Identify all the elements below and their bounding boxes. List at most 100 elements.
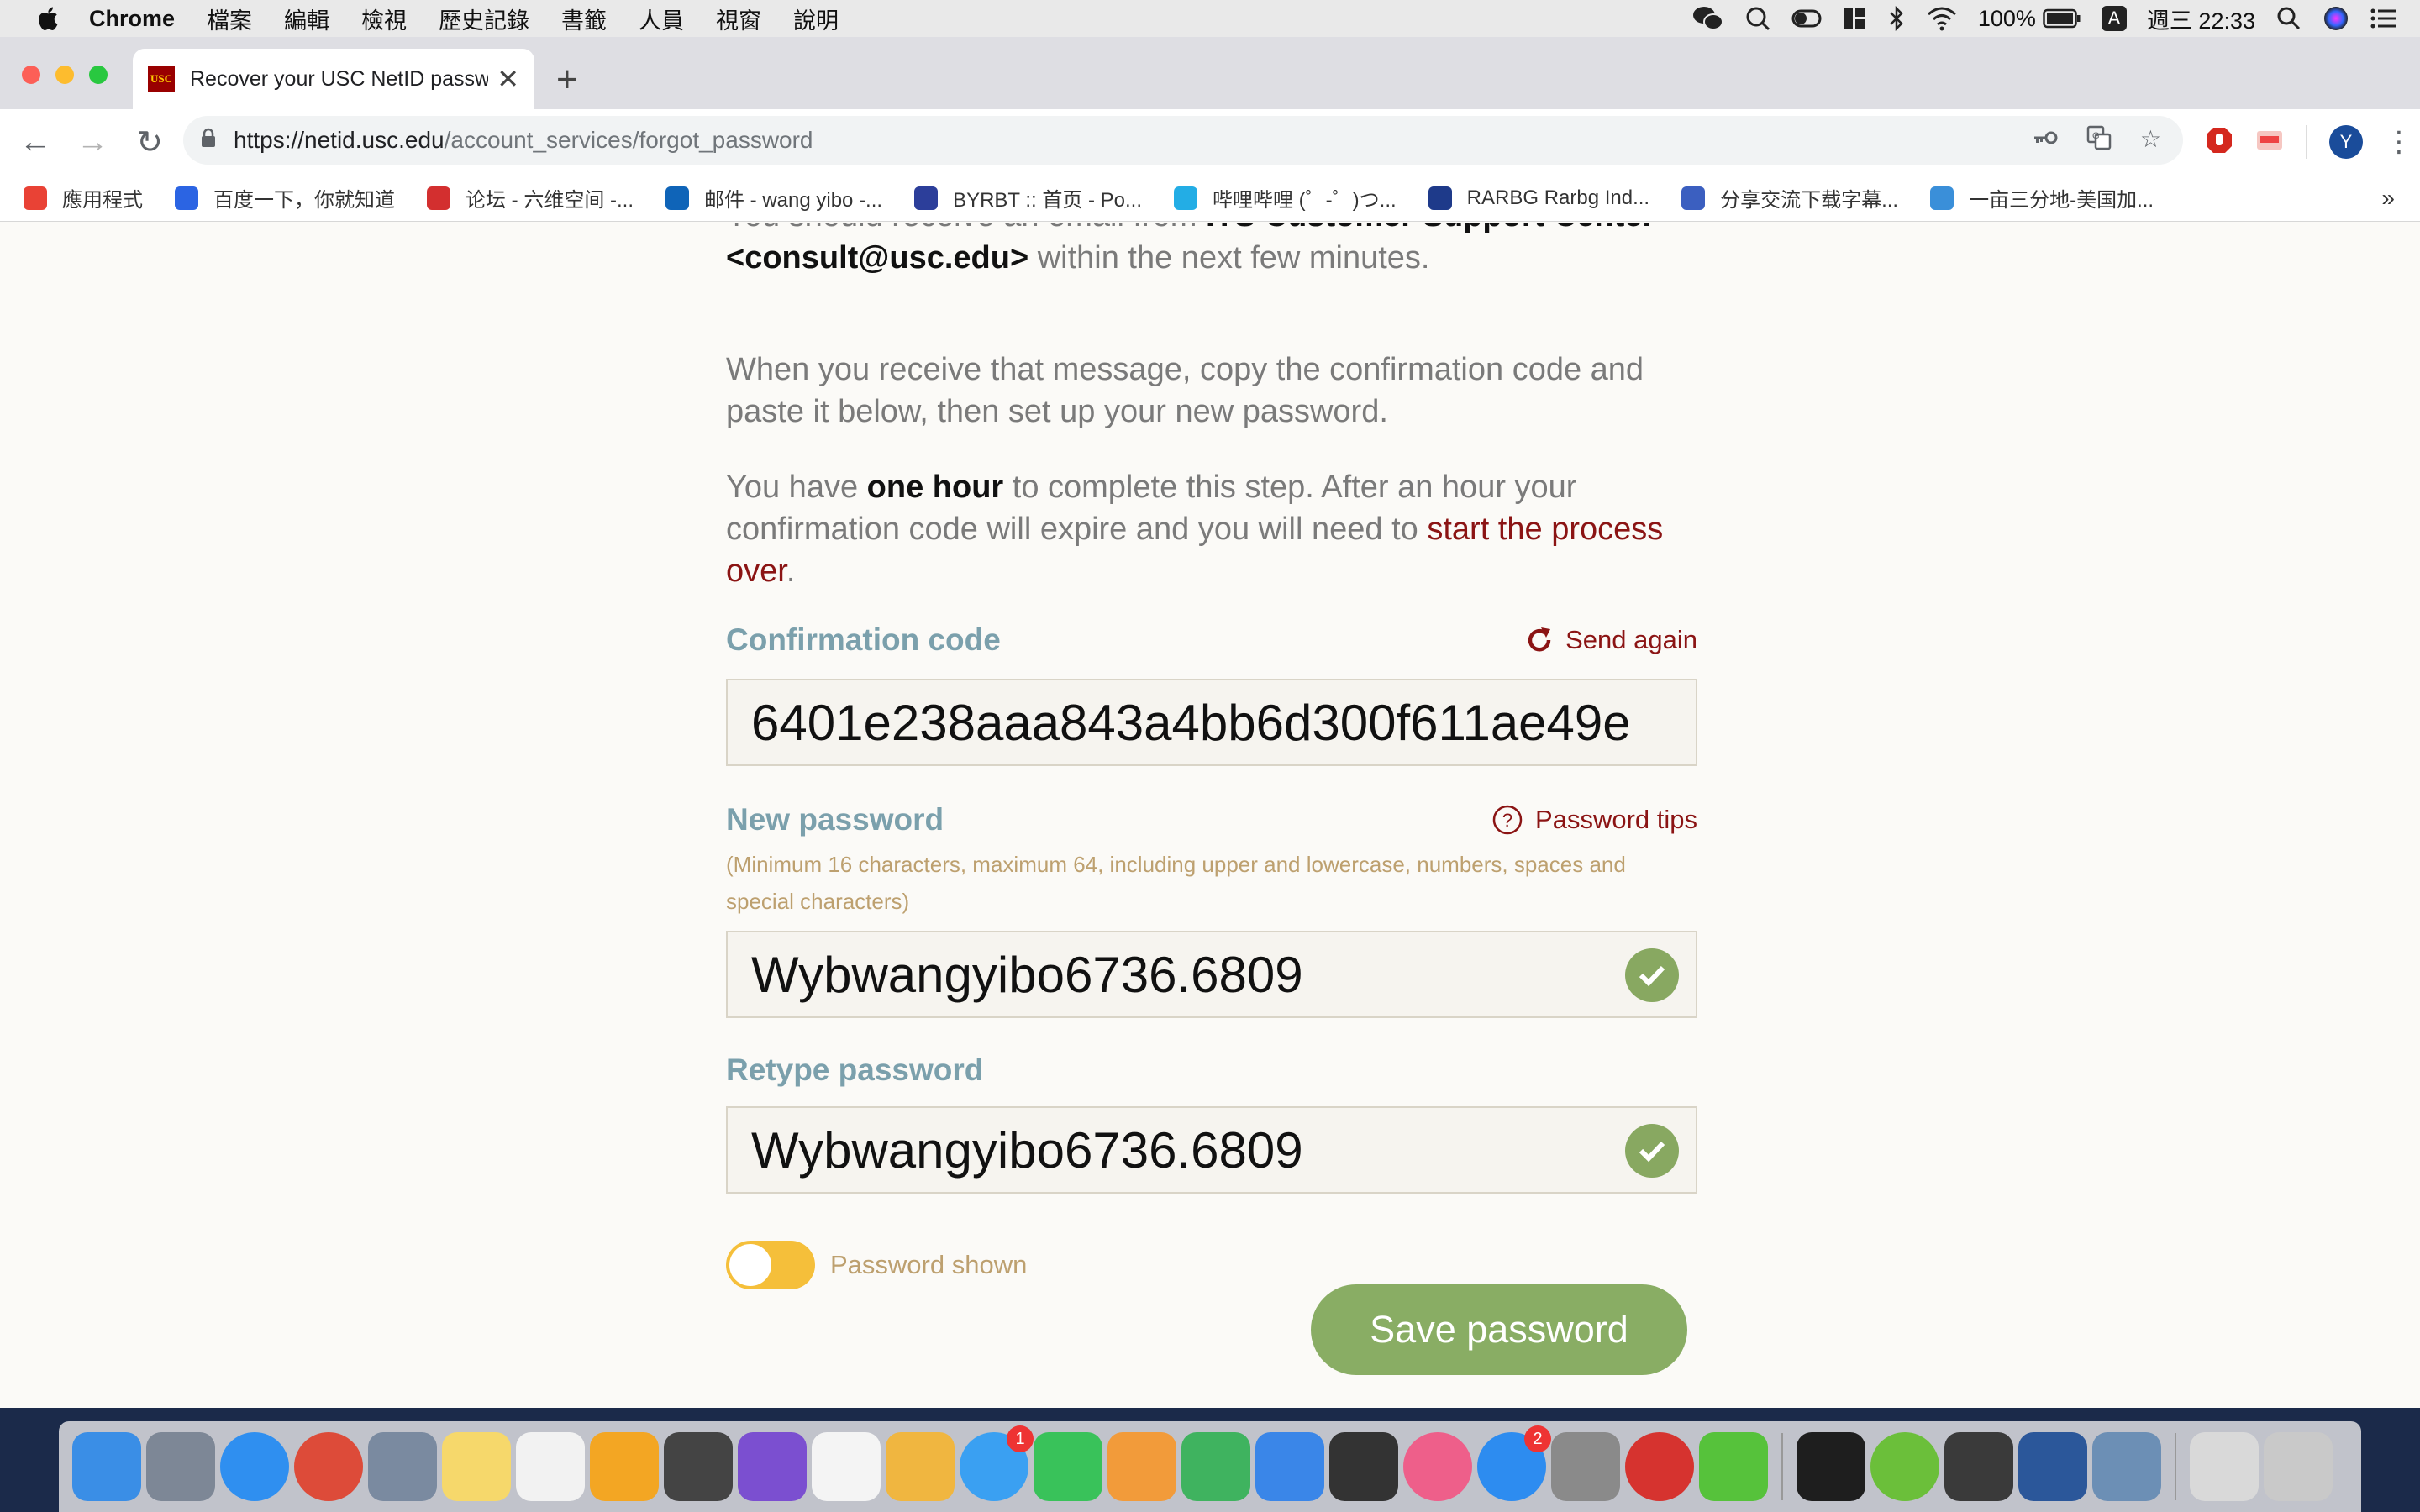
menu-bookmarks[interactable]: 書籤 [561, 3, 607, 35]
documents-folder-icon[interactable] [2190, 1432, 2259, 1501]
minimize-window-button[interactable] [55, 66, 74, 84]
bilibili-tv-icon [1174, 186, 1198, 210]
tab-active[interactable]: USC Recover your USC NetID password ✕ [133, 49, 534, 109]
retype-password-input[interactable]: Wybwangyibo6736.6809 [726, 1106, 1697, 1194]
menu-chrome[interactable]: Chrome [89, 6, 175, 32]
pages-icon[interactable] [1107, 1432, 1176, 1501]
liuwei-logo-icon [427, 186, 450, 210]
bluetooth-icon[interactable] [1887, 5, 1906, 32]
toggle-status-icon[interactable] [1791, 8, 1822, 29]
send-again-link[interactable]: Send again [1525, 625, 1697, 655]
siri-icon[interactable] [2323, 5, 2349, 32]
netease-music-icon[interactable] [1625, 1432, 1694, 1501]
question-circle-icon: ? [1492, 805, 1523, 835]
lock-icon[interactable] [200, 128, 234, 154]
wechat-status-icon[interactable] [1692, 5, 1724, 32]
zoom-window-button[interactable] [89, 66, 108, 84]
bookmark-item[interactable]: 百度一下，你就知道 [175, 183, 395, 213]
launchpad-icon[interactable] [146, 1432, 215, 1501]
bookmark-item[interactable]: 分享交流下载字幕... [1681, 183, 1898, 213]
battery-icon[interactable] [2043, 8, 2081, 29]
word-icon[interactable] [2018, 1432, 2087, 1501]
key-icon[interactable] [2033, 125, 2058, 156]
chrome-icon[interactable] [294, 1432, 363, 1501]
itunes-icon[interactable] [1403, 1432, 1472, 1501]
utorrent-icon[interactable] [1870, 1432, 1939, 1501]
bookmarks-overflow-icon[interactable]: » [2381, 185, 2395, 212]
macos-menu-bar: Chrome 檔案 編輯 檢視 歷史記錄 書籤 人員 視窗 說明 100% A … [0, 0, 2420, 37]
butterfly-icon [914, 186, 939, 210]
app-store-icon[interactable]: 2 [1477, 1425, 1551, 1501]
menu-file[interactable]: 檔案 [207, 3, 252, 35]
sublime-text-icon[interactable] [1944, 1432, 2013, 1501]
profile-avatar[interactable]: Y [2329, 125, 2363, 159]
keynote-icon[interactable] [1255, 1432, 1324, 1501]
menu-help[interactable]: 說明 [793, 3, 839, 35]
apple-menu-icon[interactable] [34, 3, 64, 34]
mail-eagle-icon[interactable] [368, 1432, 437, 1501]
menu-history[interactable]: 歷史記錄 [439, 3, 529, 35]
preview-icon[interactable] [2092, 1432, 2161, 1501]
notes-icon[interactable] [442, 1432, 511, 1501]
numbers-icon[interactable] [1181, 1432, 1250, 1501]
forward-icon[interactable]: → [64, 124, 121, 160]
menu-view[interactable]: 檢視 [361, 3, 407, 35]
clock[interactable]: 週三 22:33 [2147, 3, 2255, 35]
menu-people[interactable]: 人員 [639, 3, 684, 35]
dock-separator [2175, 1433, 2176, 1500]
close-window-button[interactable] [22, 66, 40, 84]
back-icon[interactable]: ← [7, 124, 64, 160]
bookmark-item[interactable]: 邮件 - wang yibo -... [666, 183, 882, 213]
time-limit-a: You have [726, 470, 867, 505]
confirmation-code-input[interactable]: 6401e238aaa843a4bb6d300f611ae49e [726, 679, 1697, 766]
bookmark-item[interactable]: 應用程式 [24, 183, 143, 213]
tab-strip: USC Recover your USC NetID password ✕ + [0, 37, 2420, 109]
check-valid-icon [1625, 948, 1679, 1002]
bookmark-item[interactable]: 哔哩哔哩 (゜-゜)つ... [1174, 183, 1397, 213]
time-limit-emphasis: one hour [866, 470, 1004, 505]
wifi-icon[interactable] [1926, 6, 1958, 31]
chrome-menu-icon[interactable]: ⋮ [2385, 125, 2413, 159]
bookmark-item[interactable]: BYRBT :: 首页 - Po... [914, 183, 1142, 213]
address-bar[interactable]: https://netid.usc.edu/account_services/f… [183, 116, 2183, 165]
input-source-icon[interactable]: A [2101, 6, 2127, 31]
reminders-icon[interactable] [812, 1432, 881, 1501]
facetime-icon[interactable] [1034, 1432, 1102, 1501]
messages-icon[interactable]: 1 [960, 1425, 1034, 1501]
close-tab-icon[interactable]: ✕ [497, 63, 519, 95]
adblock-extension-icon[interactable] [2205, 126, 2233, 159]
finder-icon[interactable] [72, 1432, 141, 1501]
pycharm-icon[interactable] [1797, 1432, 1865, 1501]
menu-window[interactable]: 視窗 [716, 3, 761, 35]
bookmark-star-icon[interactable]: ☆ [2140, 125, 2161, 156]
new-password-input[interactable]: Wybwangyibo6736.6809 [726, 931, 1697, 1018]
ia-writer-icon[interactable] [516, 1432, 585, 1501]
save-password-button[interactable]: Save password [1311, 1284, 1687, 1375]
bookmark-item[interactable]: 一亩三分地-美国加... [1930, 183, 2154, 213]
spotlight-helper-icon[interactable] [1744, 5, 1771, 32]
spotlight-search-icon[interactable] [2275, 5, 2302, 32]
safari-icon[interactable] [220, 1432, 289, 1501]
password-shown-toggle[interactable] [726, 1241, 815, 1289]
retype-password-label-row: Retype password [726, 1053, 1697, 1088]
translate-icon[interactable]: G [2086, 125, 2112, 156]
wechat-icon[interactable] [1699, 1432, 1768, 1501]
vectorworks-icon[interactable] [664, 1432, 733, 1501]
bookmark-item[interactable]: RARBG Rarbg Ind... [1428, 186, 1649, 210]
pdf-extension-icon[interactable] [2255, 128, 2284, 157]
refresh-icon [1528, 627, 1551, 652]
final-cut-icon[interactable] [1329, 1432, 1398, 1501]
new-tab-icon[interactable]: + [556, 59, 578, 101]
menu-edit[interactable]: 編輯 [284, 3, 329, 35]
photos-icon[interactable] [886, 1432, 955, 1501]
reload-icon[interactable]: ↻ [121, 123, 178, 161]
omnifocus-icon[interactable] [738, 1432, 807, 1501]
notification-center-icon[interactable] [2370, 7, 2398, 30]
password-tips-link[interactable]: ? Password tips [1491, 804, 1697, 836]
bookmark-label: RARBG Rarbg Ind... [1466, 186, 1650, 209]
tes-butterfly-icon[interactable] [590, 1432, 659, 1501]
system-preferences-icon[interactable] [1551, 1432, 1620, 1501]
layout-status-icon[interactable] [1842, 6, 1867, 31]
bookmark-item[interactable]: 论坛 - 六维空间 -... [427, 183, 634, 213]
trash-icon[interactable] [2264, 1432, 2333, 1501]
